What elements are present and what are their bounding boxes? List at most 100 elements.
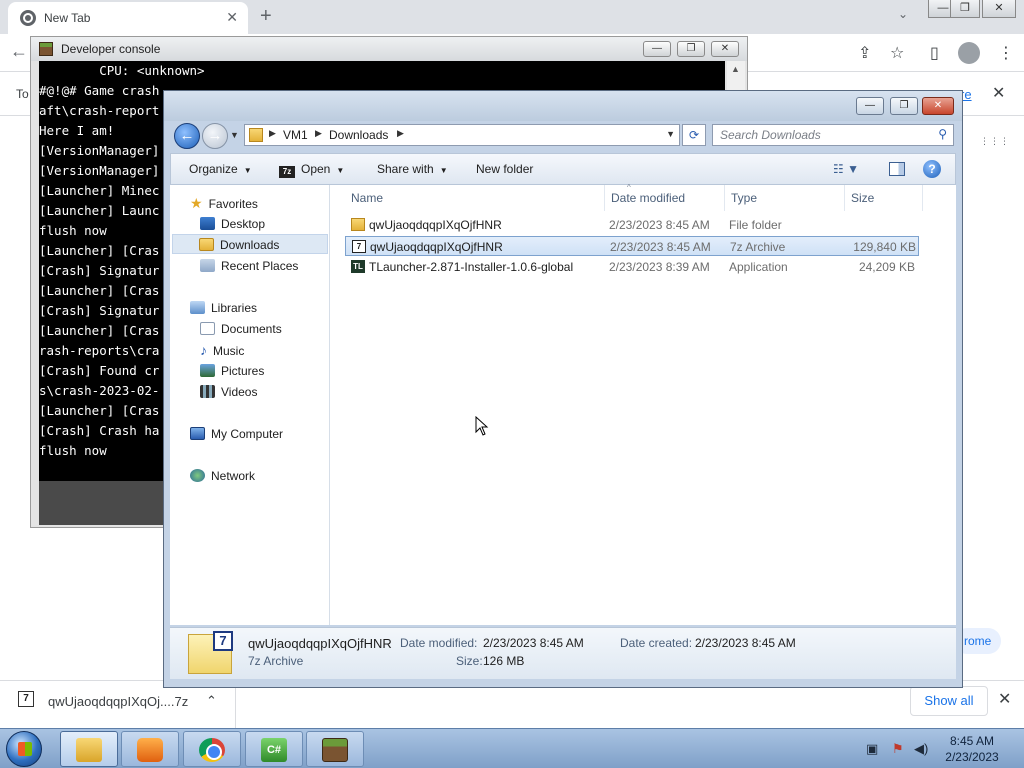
back-button[interactable]: ← [174, 123, 200, 149]
nav-libraries[interactable]: Libraries [190, 298, 257, 318]
tray-action-center-icon[interactable]: ⚑ [892, 741, 904, 757]
console-line: CPU: <unknown> [39, 63, 205, 78]
column-header-size[interactable]: Size [845, 185, 923, 211]
address-bar[interactable]: ▶ VM1 ▶ Downloads ▶ ▼ [244, 124, 680, 146]
chrome-tab-new-tab[interactable]: New Tab ✕ [8, 2, 248, 34]
details-date-created: 2/23/2023 8:45 AM [695, 636, 796, 650]
breadcrumb-vm1[interactable]: VM1 [283, 128, 308, 142]
breadcrumb-separator[interactable]: ▶ [397, 128, 404, 139]
explorer-body: ★ Favorites Desktop Downloads Recent Plac… [170, 183, 956, 625]
archive-large-icon: 7 [188, 631, 233, 674]
clock-time: 8:45 AM [949, 734, 995, 748]
download-item[interactable]: 7 qwUjaoqdqqpIXqOj....7z ⌃ [0, 681, 236, 728]
videos-icon [200, 385, 215, 398]
chrome-menu-icon[interactable]: ⋮ [998, 43, 1014, 63]
google-apps-icon[interactable]: ⋮⋮⋮ [980, 137, 1009, 158]
7zip-icon: 7z [279, 166, 295, 178]
file-date-modified: 2/23/2023 8:39 AM [609, 260, 710, 274]
developer-console-titlebar[interactable]: Developer console — ❐ ✕ [31, 37, 747, 61]
preview-pane-icon[interactable] [889, 162, 905, 176]
developer-console-title: Developer console [61, 42, 161, 56]
start-button[interactable] [6, 731, 42, 767]
nav-music[interactable]: ♪ Music [200, 340, 244, 360]
column-header-type[interactable]: Type [725, 185, 845, 211]
command-bar: Organize ▼ 7z Open ▼ Share with ▼ New folder… [170, 153, 956, 185]
address-dropdown-icon[interactable]: ▼ [666, 129, 675, 139]
file-size: 129,840 KB [853, 240, 916, 254]
recent-places-icon [200, 259, 215, 272]
taskbar-chrome-button[interactable] [183, 731, 241, 767]
column-header-date-modified[interactable]: Date modified [605, 185, 725, 211]
explorer-maximize-button[interactable]: ❐ [890, 97, 918, 115]
download-bar-close-icon[interactable]: ✕ [998, 689, 1011, 709]
taskbar-csharp-button[interactable]: C# [245, 731, 303, 767]
console-line: [Launcher] [Cras [39, 403, 160, 418]
taskbar-minecraft-button[interactable] [306, 731, 364, 767]
nav-label: Downloads [220, 238, 280, 252]
infobar-close-icon[interactable]: ✕ [992, 83, 1005, 103]
column-header-name[interactable]: Name [345, 185, 605, 211]
explorer-minimize-button[interactable]: — [856, 97, 884, 115]
chrome-icon [199, 738, 225, 762]
back-arrow-icon[interactable]: ← [10, 41, 28, 62]
nav-downloads[interactable]: Downloads [172, 234, 328, 254]
system-clock[interactable]: 8:45 AM 2/23/2023 [940, 733, 1004, 765]
tab-search-icon[interactable]: ⌄ [898, 7, 908, 21]
file-name: qwUjaoqdqqpIXqOjfHNR [369, 218, 502, 232]
views-button[interactable]: ☷ ▼ [833, 162, 859, 176]
nav-my-computer[interactable]: My Computer [190, 424, 283, 444]
file-row[interactable]: qwUjaoqdqqpIXqOjfHNR 2/23/2023 8:45 AM Fil… [345, 215, 919, 235]
taskbar-explorer-button[interactable] [60, 731, 118, 767]
organize-button[interactable]: Organize ▼ [189, 162, 252, 176]
recent-pages-dropdown[interactable]: ▼ [230, 130, 239, 140]
share-icon[interactable]: ⇪ [858, 43, 871, 63]
share-with-button[interactable]: Share with ▼ [377, 162, 448, 176]
new-tab-button[interactable]: + [260, 5, 272, 28]
search-input[interactable]: Search Downloads ⚲ [712, 124, 954, 146]
console-line: [Launcher] Minec [39, 183, 160, 198]
chrome-close-button[interactable]: ✕ [982, 0, 1016, 18]
explorer-titlebar[interactable]: — ❐ ✕ [164, 91, 962, 121]
nav-pictures[interactable]: Pictures [200, 361, 264, 381]
nav-favorites[interactable]: ★ Favorites [190, 193, 258, 213]
scroll-up-icon[interactable]: ▲ [731, 64, 740, 74]
explorer-close-button[interactable]: ✕ [922, 97, 954, 115]
nav-videos[interactable]: Videos [200, 382, 257, 402]
tray-network-icon[interactable]: ▣ [866, 741, 878, 757]
breadcrumb-downloads[interactable]: Downloads [329, 128, 388, 142]
profile-avatar[interactable] [958, 42, 980, 64]
archive-file-icon: 7 [18, 691, 34, 707]
clock-date: 2/23/2023 [945, 750, 999, 764]
file-row[interactable]: 7 qwUjaoqdqqpIXqOjfHNR 2/23/2023 8:45 AM 7z… [345, 236, 919, 256]
7zip-archive-icon: 7 [352, 240, 366, 253]
chevron-up-icon[interactable]: ⌃ [206, 693, 217, 709]
devcon-maximize-button[interactable]: ❐ [677, 41, 705, 57]
devcon-close-button[interactable]: ✕ [711, 41, 739, 57]
new-folder-button[interactable]: New folder [476, 162, 533, 176]
nav-label: My Computer [211, 427, 284, 441]
file-row[interactable]: TL TLauncher-2.871-Installer-1.0.6-global… [345, 257, 919, 277]
search-icon[interactable]: ⚲ [938, 127, 947, 141]
chrome-maximize-button[interactable]: ❐ [950, 0, 980, 18]
forward-button[interactable]: → [202, 123, 228, 149]
details-date-modified: 2/23/2023 8:45 AM [483, 636, 584, 650]
breadcrumb-separator[interactable]: ▶ [315, 128, 322, 139]
tray-volume-icon[interactable]: ◀) [914, 741, 928, 757]
side-panel-icon[interactable]: ▯ [930, 43, 939, 63]
nav-network[interactable]: Network [190, 466, 255, 486]
nav-recent-places[interactable]: Recent Places [200, 256, 298, 276]
taskbar-media-player-button[interactable] [121, 731, 179, 767]
open-button[interactable]: 7z Open ▼ [279, 162, 344, 178]
nav-label: Recent Places [221, 259, 299, 273]
bookmark-star-icon[interactable]: ☆ [890, 43, 904, 63]
nav-documents[interactable]: Documents [200, 319, 282, 339]
search-placeholder: Search Downloads [720, 128, 821, 142]
nav-desktop[interactable]: Desktop [200, 214, 265, 234]
refresh-button[interactable]: ⟳ [682, 124, 706, 146]
nav-label: Music [213, 344, 245, 358]
breadcrumb-separator[interactable]: ▶ [269, 128, 276, 139]
devcon-minimize-button[interactable]: — [643, 41, 671, 57]
help-icon[interactable]: ? [923, 160, 941, 178]
show-all-button[interactable]: Show all [910, 686, 988, 716]
close-tab-icon[interactable]: ✕ [226, 9, 238, 26]
